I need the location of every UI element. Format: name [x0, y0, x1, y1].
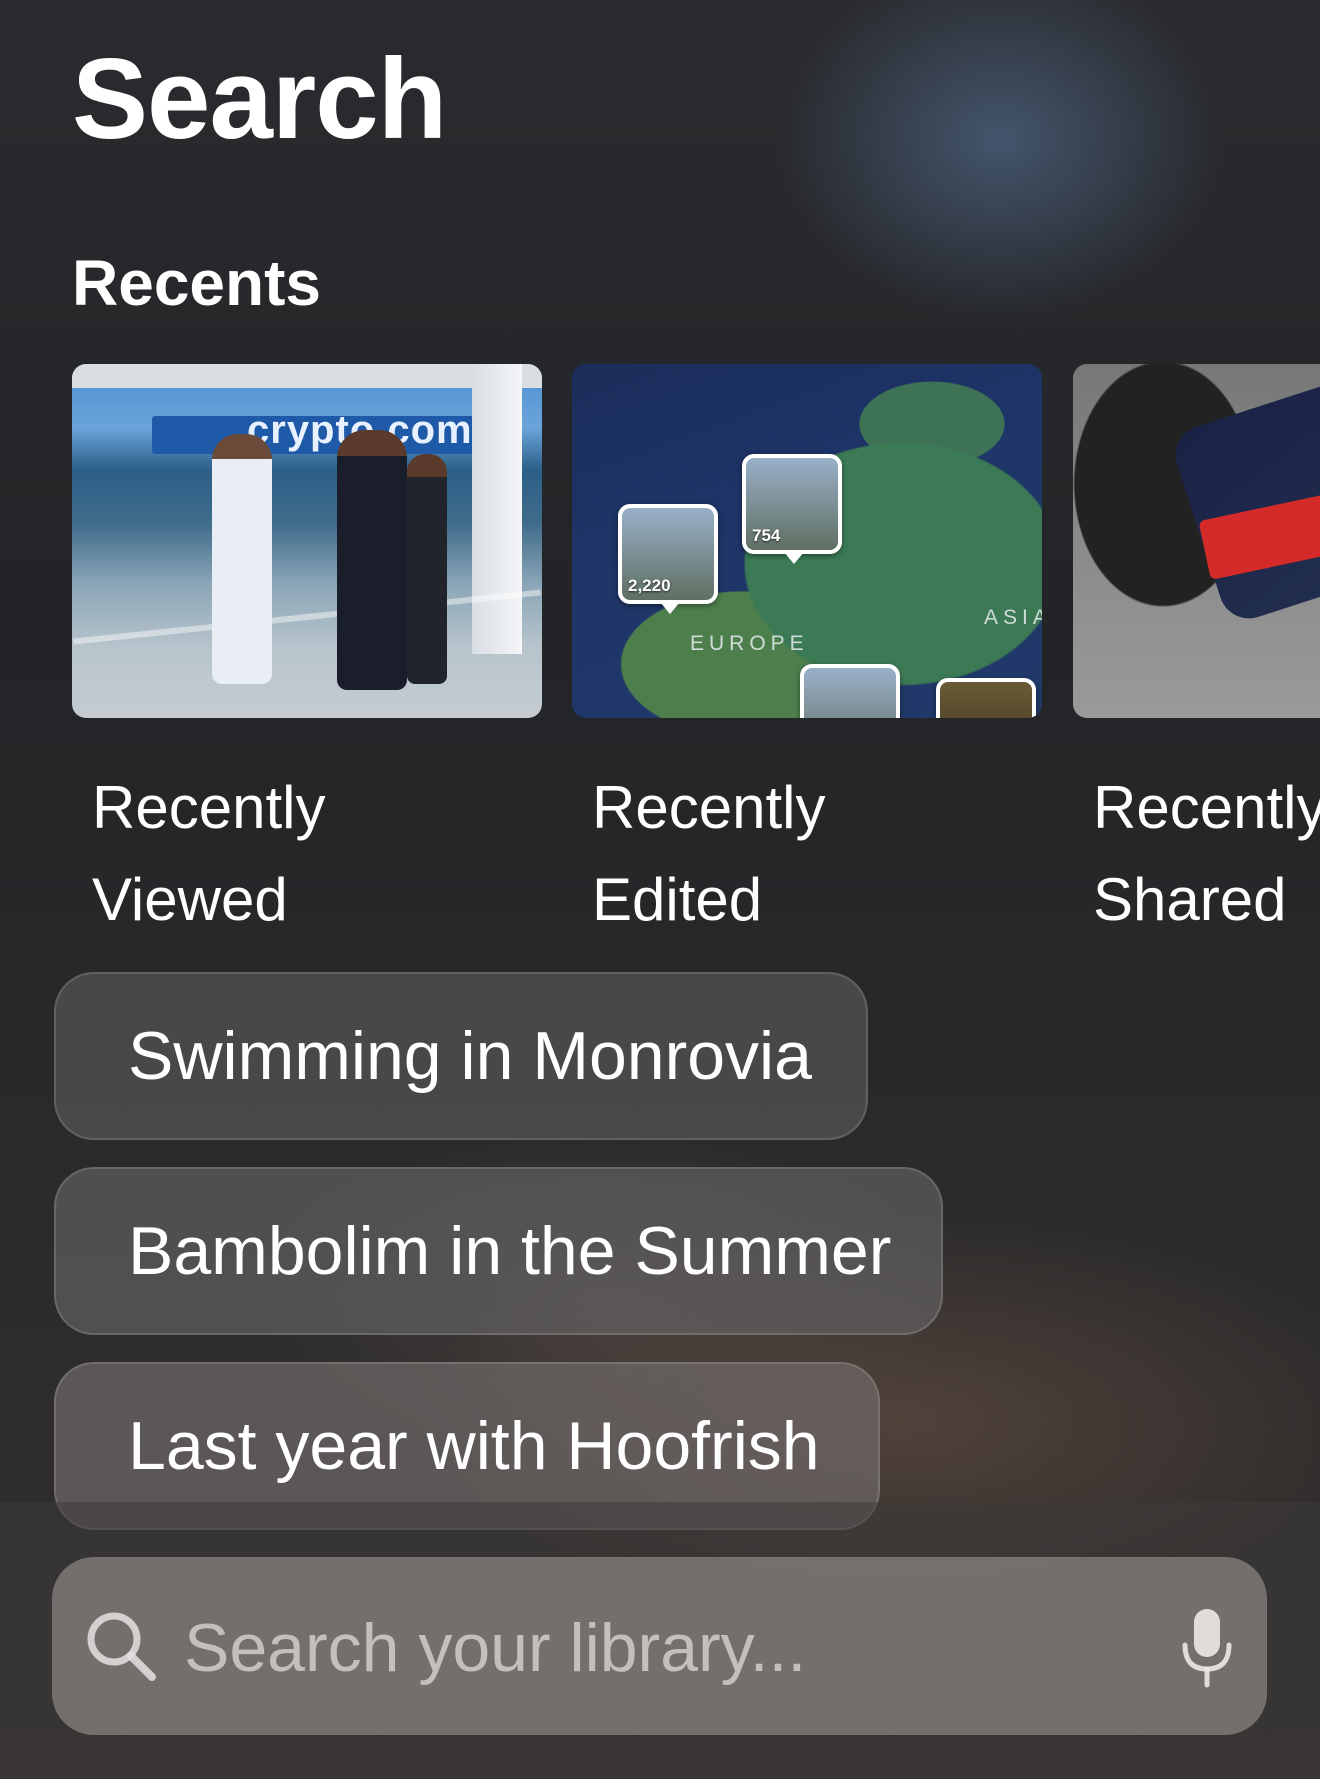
thumb-person	[407, 454, 447, 684]
recently-viewed-thumbnail[interactable]: crypto.com	[72, 364, 542, 718]
search-icon	[87, 1612, 156, 1681]
map-photo-pin[interactable]	[800, 664, 900, 718]
recently-viewed-label: Recently Viewed	[92, 762, 542, 944]
thumb-pillar	[472, 364, 522, 654]
map-region-label: EUROPE	[690, 632, 809, 655]
recents-carousel[interactable]: crypto.com Recently Viewed 2,220 754 EUR…	[0, 364, 1320, 944]
recently-viewed-card[interactable]: crypto.com Recently Viewed	[72, 364, 542, 944]
thumb-person	[212, 434, 272, 684]
card-label-line: Viewed	[92, 866, 288, 933]
card-label-line: Recently	[1093, 774, 1320, 841]
recently-shared-label: Recently Shared	[1093, 762, 1320, 944]
recently-shared-thumbnail[interactable]	[1073, 364, 1320, 718]
pin-count: 754	[752, 526, 781, 545]
thumb-car	[1167, 364, 1320, 627]
map-region-label: ASIA	[984, 606, 1042, 629]
suggestion-chip[interactable]: Bambolim in the Summer	[54, 1167, 943, 1335]
map-photo-pin[interactable]: 2,220	[618, 504, 718, 614]
suggestion-chip[interactable]: Swimming in Monrovia	[54, 972, 868, 1140]
recently-edited-label: Recently Edited	[592, 762, 1042, 944]
microphone-icon[interactable]	[1177, 1607, 1237, 1691]
map-photo-pin[interactable]: 754	[742, 454, 842, 564]
recently-edited-thumbnail[interactable]: 2,220 754 EUROPE ASIA	[572, 364, 1042, 718]
thumb-person	[337, 430, 407, 690]
search-input[interactable]	[182, 1597, 1086, 1699]
card-label-line: Recently	[92, 774, 326, 841]
card-label-line: Recently	[592, 774, 826, 841]
pin-count: 2,220	[628, 576, 671, 595]
recently-edited-card[interactable]: 2,220 754 EUROPE ASIA Recently Edited	[572, 364, 1042, 944]
recently-shared-card[interactable]: Recently Shared	[1073, 364, 1320, 944]
page-title: Search	[72, 36, 447, 163]
thumb-floor-line	[72, 589, 542, 645]
card-label-line: Edited	[592, 866, 763, 933]
card-label-line: Shared	[1093, 866, 1287, 933]
recents-section-title: Recents	[72, 247, 321, 319]
search-field[interactable]	[52, 1557, 1267, 1735]
map-photo-pin[interactable]	[936, 678, 1036, 718]
